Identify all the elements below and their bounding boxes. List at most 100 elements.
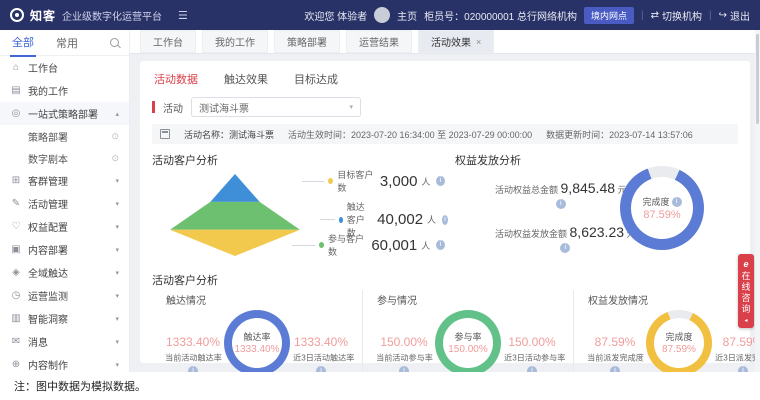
- activity-info-bar: 活动名称：测试海斗票 活动生效时间：2023-07-20 16:34:00 至 …: [152, 124, 738, 144]
- info-icon[interactable]: i: [436, 176, 445, 186]
- tab-label: 活动效果: [431, 34, 471, 49]
- sidebar-item-label: 内容制作: [28, 357, 68, 372]
- completion-rate-donut-chart: 完成度 87.59%: [646, 310, 712, 373]
- donut-value: 87.59%: [662, 344, 696, 355]
- subtab-reach-effect[interactable]: 触达效果: [224, 71, 268, 87]
- divider: |: [709, 10, 712, 21]
- info-icon[interactable]: i: [610, 366, 620, 372]
- top-panels: 活动客户分析 目标客户数 3,000 人 i: [152, 152, 738, 262]
- activity-select[interactable]: 测试海斗票 ▾: [191, 97, 361, 117]
- chevron-up-icon: ▴: [115, 110, 119, 118]
- calendar-icon: [160, 129, 170, 139]
- heart-icon: ♡: [10, 221, 22, 232]
- sidebar-item-content-create[interactable]: ⊕ 内容制作 ▾: [0, 353, 129, 372]
- legend-value: 60,001: [371, 237, 417, 254]
- gear-icon[interactable]: ⊙: [111, 131, 119, 142]
- scrollbar-thumb[interactable]: [756, 34, 759, 124]
- customer-analysis-panel: 活动客户分析 目标客户数 3,000 人 i: [152, 152, 445, 262]
- gear-icon[interactable]: ⊙: [111, 153, 119, 164]
- completion-donut-chart: 完成度 i 87.59%: [620, 166, 704, 250]
- sidebar-subitem-strategy-deploy[interactable]: 策略部署 ⊙: [0, 125, 129, 147]
- info-icon[interactable]: i: [527, 366, 537, 372]
- legend-dot: [328, 178, 333, 184]
- chevron-down-icon: ▾: [115, 177, 119, 185]
- close-icon[interactable]: ×: [476, 37, 481, 47]
- vertical-scrollbar[interactable]: [755, 30, 760, 372]
- user-avatar[interactable]: [374, 7, 390, 23]
- info-icon[interactable]: i: [560, 243, 570, 253]
- info-icon[interactable]: i: [556, 199, 566, 209]
- navbar-left: 知客 企业级数字化运营平台 ☰: [10, 7, 188, 24]
- donut-label: 完成度: [642, 195, 669, 208]
- sidebar-item-label: 运营监测: [28, 288, 68, 303]
- sidebar-item-strategy-deploy[interactable]: ◎ 一站式策略部署 ▴: [0, 102, 129, 125]
- tab-strategy-deploy[interactable]: 策略部署: [274, 30, 340, 53]
- sidebar-item-my-work[interactable]: ▤ 我的工作: [0, 79, 129, 102]
- info-icon[interactable]: i: [738, 366, 748, 372]
- participation-section: 参与情况 150.00% 当前活动参与率 i 参与率: [362, 290, 573, 372]
- info-icon[interactable]: i: [399, 366, 409, 372]
- sidebar-item-messages[interactable]: ✉ 消息 ▾: [0, 330, 129, 353]
- sidebar-tab-all[interactable]: 全部: [10, 30, 36, 57]
- legend-connector: [302, 181, 324, 182]
- data-update-time: 数据更新时间：2023-07-14 13:57:06: [546, 128, 693, 141]
- collapse-arrow-icon: ◂: [744, 317, 747, 324]
- brand-name: 知客: [30, 7, 56, 24]
- info-icon[interactable]: i: [672, 197, 682, 207]
- collapse-menu-icon[interactable]: ☰: [178, 9, 188, 22]
- legend-label: 参与客户数: [328, 232, 367, 258]
- sidebar-item-insight[interactable]: ▥ 智能洞察 ▾: [0, 307, 129, 330]
- panel-title: 活动客户分析: [152, 152, 445, 168]
- sidebar-item-label: 客群管理: [28, 173, 68, 188]
- tab-operation-result[interactable]: 运营结果: [346, 30, 412, 53]
- sidebar-subitem-digital-script[interactable]: 数字剧本 ⊙: [0, 147, 129, 169]
- sub-tabs: 活动数据 触达效果 目标达成: [152, 67, 738, 95]
- chevron-down-icon: ▾: [115, 292, 119, 300]
- clock-icon: ◷: [10, 290, 22, 301]
- sidebar-item-rights-config[interactable]: ♡ 权益配置 ▾: [0, 215, 129, 238]
- logout-icon: ↪: [719, 10, 727, 21]
- simulated-data-note: 注：图中数据为模拟数据。: [14, 378, 146, 394]
- branch-badge[interactable]: 境内网点: [584, 7, 634, 24]
- info-icon[interactable]: i: [316, 366, 326, 372]
- stat-label: 活动权益发放金额: [495, 229, 570, 239]
- reach-rate-donut-chart: 触达率 1333.40%: [224, 310, 290, 373]
- switch-org-button[interactable]: ⇄ 切换机构: [651, 8, 702, 23]
- sidebar-item-activity-mgmt[interactable]: ✎ 活动管理 ▾: [0, 192, 129, 215]
- target-icon: ◎: [10, 108, 22, 119]
- stat-value: 8,623.23: [570, 224, 625, 240]
- sidebar-item-label: 智能洞察: [28, 311, 68, 326]
- home-link[interactable]: 主页: [397, 8, 417, 23]
- sidebar-item-label: 权益配置: [28, 219, 68, 234]
- logout-button[interactable]: ↪ 退出: [719, 8, 750, 23]
- main-row: 全部 常用 ⌂ 工作台 ▤ 我的工作 ◎ 一站式策略部署 ▴: [0, 30, 760, 372]
- tab-activity-effect[interactable]: 活动效果 ×: [418, 30, 494, 53]
- chevron-down-icon: ▾: [115, 200, 119, 208]
- pencil-icon: ✎: [10, 198, 22, 209]
- info-icon[interactable]: i: [436, 240, 445, 250]
- search-icon[interactable]: [110, 38, 119, 47]
- legend-connector: [320, 219, 335, 220]
- sidebar-item-content-deploy[interactable]: ▣ 内容部署 ▾: [0, 238, 129, 261]
- tab-workbench[interactable]: 工作台: [140, 30, 196, 53]
- subtab-activity-data[interactable]: 活动数据: [154, 71, 198, 87]
- sidebar-item-workbench[interactable]: ⌂ 工作台: [0, 56, 129, 79]
- sidebar-tab-frequent[interactable]: 常用: [54, 30, 80, 56]
- sidebar-menu: ⌂ 工作台 ▤ 我的工作 ◎ 一站式策略部署 ▴ 策略部署 ⊙ 数字剧本: [0, 56, 129, 372]
- sidebar-item-ops-monitor[interactable]: ◷ 运营监测 ▾: [0, 284, 129, 307]
- recent-participation-rate: 150.00% 近3日活动参与率 i: [501, 335, 563, 372]
- sidebar-item-customer-groups[interactable]: ⊞ 客群管理 ▾: [0, 169, 129, 192]
- switch-org-label: 切换机构: [662, 8, 702, 23]
- sidebar-item-label: 我的工作: [28, 83, 68, 98]
- info-icon[interactable]: i: [188, 366, 198, 372]
- rights-issuance-panel: 权益发放分析 活动权益总金额 9,845.48 元 i 活动权益发放金额 8,6…: [445, 152, 738, 262]
- metric-sections: 触达情况 1333.40% 当前活动触达率 i 触达率: [152, 290, 738, 372]
- current-completion-rate: 87.59% 当前派发完成度 i: [584, 335, 646, 372]
- tab-my-work[interactable]: 我的工作: [202, 30, 268, 53]
- sidebar-item-omni-reach[interactable]: ◈ 全域触达 ▾: [0, 261, 129, 284]
- online-consult-button[interactable]: e 在线咨询 ◂: [738, 254, 754, 328]
- subtab-goal-achievement[interactable]: 目标达成: [294, 71, 338, 87]
- activity-time: 活动生效时间：2023-07-20 16:34:00 至 2023-07-29 …: [288, 128, 532, 141]
- switch-icon: ⇄: [651, 10, 659, 21]
- legend-dot: [319, 242, 324, 248]
